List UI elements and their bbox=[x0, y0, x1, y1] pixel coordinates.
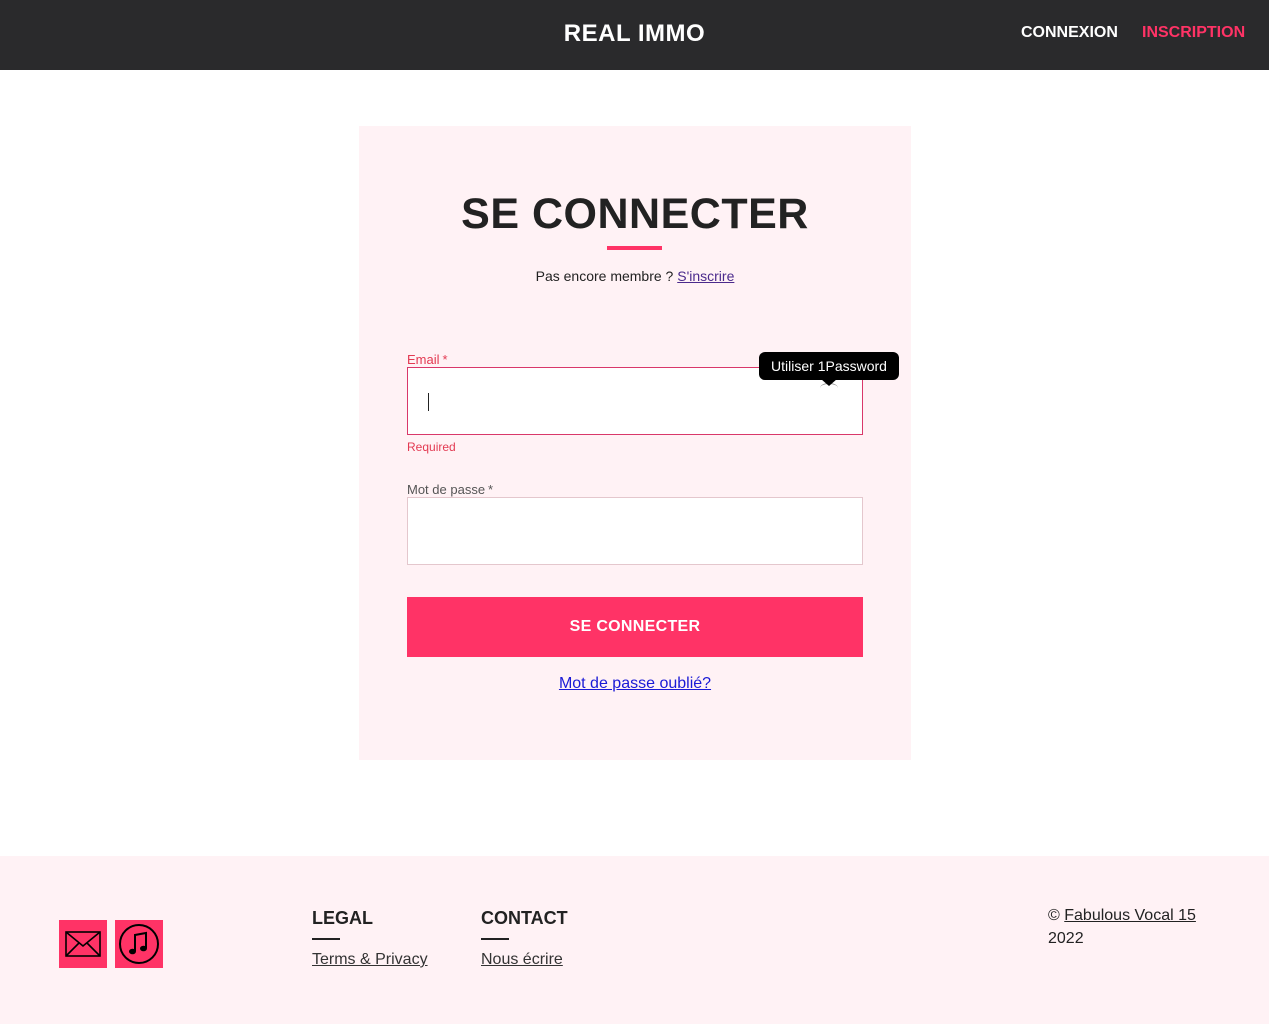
top-bar: REAL IMMO CONNEXION INSCRIPTION bbox=[0, 0, 1269, 70]
signup-prompt: Pas encore membre ? S'inscrire bbox=[359, 268, 911, 284]
email-error: Required bbox=[407, 440, 456, 454]
copyright-year: 2022 bbox=[1048, 930, 1084, 947]
copyright: © Fabulous Vocal 15 2022 bbox=[1048, 904, 1196, 950]
password-field[interactable] bbox=[407, 497, 863, 565]
forgot-password: Mot de passe oublié? bbox=[359, 675, 911, 693]
forgot-password-link[interactable]: Mot de passe oublié? bbox=[559, 675, 711, 692]
copyright-symbol: © bbox=[1048, 907, 1060, 924]
copyright-link[interactable]: Fabulous Vocal 15 bbox=[1064, 907, 1196, 924]
page-title: SE CONNECTER bbox=[461, 190, 809, 238]
email-label: Email * bbox=[407, 352, 448, 367]
footer-contact: CONTACT Nous écrire bbox=[481, 908, 568, 969]
contact-heading: CONTACT bbox=[481, 908, 568, 928]
password-manager-tooltip[interactable]: Utiliser 1Password bbox=[759, 352, 899, 386]
legal-divider bbox=[312, 938, 340, 940]
contact-divider bbox=[481, 938, 509, 940]
title-underline bbox=[607, 246, 662, 250]
signup-link[interactable]: S'inscrire bbox=[677, 268, 734, 284]
password-label-text: Mot de passe bbox=[407, 482, 486, 497]
nav-login-link[interactable]: CONNEXION bbox=[1021, 24, 1118, 42]
legal-heading: LEGAL bbox=[312, 908, 373, 928]
email-required-mark: * bbox=[442, 352, 448, 367]
terms-link[interactable]: Terms & Privacy bbox=[312, 951, 428, 969]
nav-signup-link[interactable]: INSCRIPTION bbox=[1142, 24, 1245, 42]
not-member-text: Pas encore membre ? bbox=[535, 268, 674, 284]
login-button[interactable]: SE CONNECTER bbox=[407, 597, 863, 657]
login-card: SE CONNECTER Pas encore membre ? S'inscr… bbox=[359, 126, 911, 760]
music-social-button[interactable] bbox=[115, 920, 163, 968]
text-caret bbox=[428, 393, 429, 411]
email-label-text: Email bbox=[407, 352, 440, 367]
music-note-icon bbox=[119, 924, 159, 964]
footer-legal: LEGAL Terms & Privacy bbox=[312, 908, 428, 969]
password-required-mark: * bbox=[488, 482, 494, 497]
footer: LEGAL Terms & Privacy CONTACT Nous écrir… bbox=[0, 856, 1269, 1024]
contact-link[interactable]: Nous écrire bbox=[481, 951, 568, 969]
mail-icon bbox=[65, 931, 101, 957]
mail-social-button[interactable] bbox=[59, 920, 107, 968]
password-label: Mot de passe * bbox=[407, 482, 493, 497]
